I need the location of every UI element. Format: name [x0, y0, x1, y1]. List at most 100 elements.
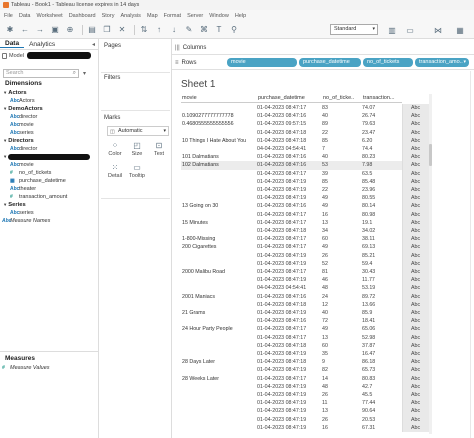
- menu-file[interactable]: File: [4, 13, 13, 19]
- highlight-icon[interactable]: ✎: [183, 24, 195, 36]
- table-row[interactable]: 01-04-2023 08:47:19 16 67.31 Abc: [181, 423, 431, 432]
- table-row[interactable]: 01-04-2023 08:47:19 26 20.53 Abc: [181, 415, 431, 424]
- table-row[interactable]: 01-04-2023 08:47:19 85 85.48 Abc: [181, 177, 431, 186]
- table-row[interactable]: 01-04-2023 08:47:19 26 45.5 Abc: [181, 391, 431, 400]
- back-icon[interactable]: ←: [19, 24, 31, 36]
- detail-button[interactable]: ⁙ Detail: [105, 163, 125, 183]
- table-row[interactable]: 0.4680555555555556 01-04-2023 09:57:15 89 7…: [181, 120, 431, 129]
- menu-server[interactable]: Server: [187, 13, 203, 19]
- menu-help[interactable]: Help: [235, 13, 246, 19]
- table-redacted[interactable]: ▾: [0, 153, 98, 161]
- table-row[interactable]: 01-04-2023 08:47:19 26 85.21 Abc: [181, 251, 431, 260]
- label-icon[interactable]: T: [213, 24, 225, 36]
- new-sheet-icon[interactable]: ▤: [86, 24, 98, 36]
- menu-dashboard[interactable]: Dashboard: [69, 13, 96, 19]
- menu-worksheet[interactable]: Worksheet: [37, 13, 63, 19]
- table-row[interactable]: 01-04-2023 08:47:18 22 23.47 Abc: [181, 128, 431, 137]
- pin-icon[interactable]: ⚲: [228, 24, 240, 36]
- field-theater[interactable]: Abc theater: [0, 185, 98, 193]
- table-row[interactable]: 01-04-2023 08:47:17 83 74.07 Abc: [181, 104, 431, 113]
- scrollbar-thumb[interactable]: [429, 144, 432, 166]
- table-row[interactable]: 01-04-2023 08:47:19 82 65.73 Abc: [181, 366, 431, 375]
- menu-format[interactable]: Format: [164, 13, 181, 19]
- table-row[interactable]: 01-04-2023 08:47:19 48 42.7 Abc: [181, 382, 431, 391]
- field-director[interactable]: Abc director: [0, 145, 98, 153]
- table-directors[interactable]: ▾ Directors: [0, 137, 98, 145]
- size-button[interactable]: ◰ Size: [127, 141, 147, 161]
- table-row[interactable]: 1-800-Missing 01-04-2023 08:47:17 60 38.11 A…: [181, 235, 431, 244]
- table-row[interactable]: 01-04-2023 08:47:19 35 16.47 Abc: [181, 350, 431, 359]
- table-row[interactable]: 13 Going on 30 01-04-2023 08:47:16 49 80.14…: [181, 202, 431, 211]
- clear-sheet-icon[interactable]: ✕: [116, 24, 128, 36]
- table-row[interactable]: 01-04-2023 08:47:17 16 80.98 Abc: [181, 210, 431, 219]
- table-row[interactable]: 01-04-2023 08:47:16 72 18.41 Abc: [181, 317, 431, 326]
- field-measure-names[interactable]: Abc Measure Names: [0, 217, 98, 225]
- table-row[interactable]: 21 Grams 01-04-2023 08:47:19 40 85.9 Abc: [181, 309, 431, 318]
- sort-desc-icon[interactable]: ↓: [168, 24, 180, 36]
- rows-pill-purchase-datetime[interactable]: purchase_datetime: [299, 58, 361, 67]
- field-series[interactable]: Abc series: [0, 209, 98, 217]
- col-header-transaction-amount[interactable]: transaction...: [362, 94, 402, 103]
- rows-pill-transaction-amount[interactable]: transaction_amo.. ▾: [415, 58, 469, 67]
- table-row[interactable]: 102 Dalmatians 01-04-2023 08:47:16 53 7.98 A…: [181, 161, 431, 170]
- table-row[interactable]: 101 Dalmatians 01-04-2023 08:47:16 40 80.23…: [181, 153, 431, 162]
- table-row[interactable]: 01-04-2023 08:47:19 52 59.4 Abc: [181, 259, 431, 268]
- menu-map[interactable]: Map: [147, 13, 158, 19]
- table-row[interactable]: 15 Minutes 01-04-2023 08:47:17 13 19.1 Abc: [181, 218, 431, 227]
- field-director[interactable]: Abc director: [0, 113, 98, 121]
- table-row[interactable]: 01-04-2023 08:47:17 39 63.5 Abc: [181, 169, 431, 178]
- color-button[interactable]: ⁘ Color: [105, 141, 125, 161]
- field-purchase-datetime[interactable]: ▦ purchase_datetime: [0, 177, 98, 185]
- field-transaction-amount[interactable]: # transaction_amount: [0, 193, 98, 201]
- collapse-pane-icon[interactable]: ◂: [92, 41, 95, 48]
- table-row[interactable]: 0.1090277777777778 01-04-2023 08:47:16 40 2…: [181, 112, 431, 121]
- table-demoactors[interactable]: ▾ DemoActors: [0, 105, 98, 113]
- tooltip-button[interactable]: ▭ Tooltip: [127, 163, 147, 183]
- table-row[interactable]: 01-04-2023 08:47:18 12 13.66 Abc: [181, 300, 431, 309]
- presentation-icon[interactable]: ▭: [404, 24, 416, 36]
- filters-card[interactable]: Filters: [101, 73, 170, 111]
- table-row[interactable]: 01-04-2023 08:47:18 60 37.87 Abc: [181, 341, 431, 350]
- table-row[interactable]: 2001 Maniacs 01-04-2023 08:47:16 24 89.72 Ab…: [181, 292, 431, 301]
- sheet-title[interactable]: Sheet 1: [181, 79, 215, 90]
- view-options-icon[interactable]: ▾: [83, 70, 86, 77]
- table-row[interactable]: 01-04-2023 08:47:19 46 11.77 Abc: [181, 276, 431, 285]
- swap-icon[interactable]: ⇅: [138, 24, 150, 36]
- add-datasource-icon[interactable]: ⊕: [64, 24, 76, 36]
- table-row[interactable]: 2000 Malibu Road 01-04-2023 08:47:17 81 30.…: [181, 268, 431, 277]
- table-row[interactable]: 28 Days Later 01-04-2023 08:47:18 9 86.18 Ab…: [181, 358, 431, 367]
- menu-story[interactable]: Story: [102, 13, 115, 19]
- table-row[interactable]: 01-04-2023 08:47:19 11 77.44 Abc: [181, 399, 431, 408]
- table-row[interactable]: 24 Hour Party People 01-04-2023 08:47:17 4…: [181, 325, 431, 334]
- rows-shelf[interactable]: ≡ Rows movie purchase_datetime no_of_tic…: [172, 56, 474, 70]
- share-icon[interactable]: ⋈: [432, 24, 444, 36]
- vertical-scrollbar[interactable]: [429, 94, 432, 434]
- text-button[interactable]: ⊡ Text: [149, 141, 169, 161]
- table-row[interactable]: 28 Weeks Later 01-04-2023 08:47:17 14 80.83…: [181, 374, 431, 383]
- table-row[interactable]: 01-04-2023 08:47:19 22 23.96 Abc: [181, 186, 431, 195]
- table-row[interactable]: 01-04-2023 08:47:18 34 34.02 Abc: [181, 227, 431, 236]
- rows-pill-no-of-tickets[interactable]: no_of_tickets: [363, 58, 413, 67]
- pages-card[interactable]: Pages: [101, 41, 170, 73]
- col-header-movie[interactable]: movie: [181, 94, 257, 103]
- col-header-purchase-datetime[interactable]: purchase_datetime: [257, 94, 322, 103]
- field-no-of-tickets[interactable]: # no_of_tickets: [0, 169, 98, 177]
- sort-asc-icon[interactable]: ↑: [153, 24, 165, 36]
- tab-data[interactable]: Data: [0, 40, 25, 48]
- rows-pill-movie[interactable]: movie: [227, 58, 297, 67]
- table-row[interactable]: 01-04-2023 08:47:19 13 90.64 Abc: [181, 407, 431, 416]
- fix-axes-icon[interactable]: ▥: [386, 24, 398, 36]
- table-row[interactable]: 200 Cigarettes 01-04-2023 08:47:17 49 69.13…: [181, 243, 431, 252]
- mark-type-dropdown[interactable]: ◫ Automatic ▾: [107, 126, 169, 136]
- table-row[interactable]: 01-04-2023 08:47:17 13 52.98 Abc: [181, 333, 431, 342]
- tab-analytics[interactable]: Analytics: [24, 41, 60, 48]
- duplicate-icon[interactable]: ❐: [101, 24, 113, 36]
- field-actors[interactable]: Abc Actors: [0, 97, 98, 105]
- fit-dropdown[interactable]: Standard ▾: [330, 24, 378, 35]
- tableau-home-icon[interactable]: ✱: [4, 24, 16, 36]
- col-header-no-of-tickets[interactable]: no_of_ticke..: [322, 94, 362, 103]
- table-series[interactable]: ▾ Series: [0, 201, 98, 209]
- table-row[interactable]: 01-04-2023 08:47:19 49 80.55 Abc: [181, 194, 431, 203]
- save-icon[interactable]: ▣: [49, 24, 61, 36]
- show-me-icon[interactable]: ▦: [454, 24, 466, 36]
